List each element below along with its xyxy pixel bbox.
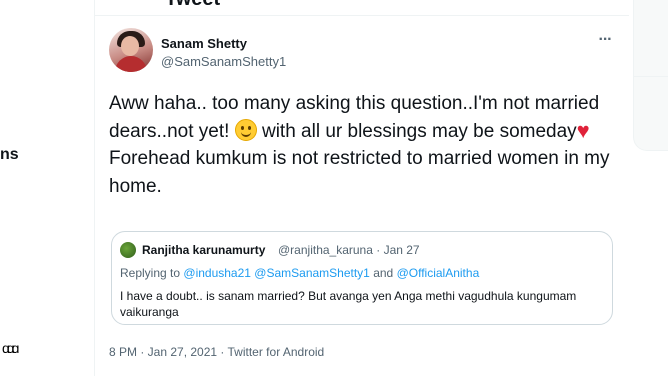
tweet-timestamp[interactable]: 8 PM · Jan 27, 2021 · Twitter for Androi…: [109, 345, 324, 359]
quote-handle-date: @ranjitha_karuna · Jan 27: [278, 243, 420, 257]
quote-body: I have a doubt.. is sanam married? But a…: [120, 289, 577, 319]
quote-author-name: Ranjitha karunamurty: [142, 243, 266, 257]
more-horizontal-icon[interactable]: ···: [595, 32, 615, 50]
trends-divider: [634, 76, 668, 77]
avatar-dress: [115, 56, 147, 72]
replying-and: and: [373, 266, 394, 280]
trends-card-edge: [633, 0, 668, 151]
left-sidebar: ns: [0, 0, 94, 376]
loading-cursor-icon: ɑɑɑ: [2, 340, 19, 356]
tweet-text-part-3: Forehead kumkum is not restricted to mar…: [109, 148, 610, 197]
replying-users-link[interactable]: @indusha21 @SamSanamShetty1: [183, 266, 369, 280]
replying-to: Replying to @indusha21 @SamSanamShetty1 …: [120, 266, 479, 280]
author-handle[interactable]: @SamSanamShetty1: [161, 54, 286, 69]
avatar[interactable]: [109, 28, 153, 72]
quoted-tweet[interactable]: Ranjitha karunamurty @ranjitha_karuna · …: [111, 231, 613, 325]
nav-item-fragment[interactable]: ns: [0, 146, 19, 164]
author-name[interactable]: Sanam Shetty: [161, 36, 247, 51]
header-divider: [95, 15, 629, 16]
replying-prefix: Replying to: [120, 266, 181, 280]
tweet-text: Aww haha.. too many asking this question…: [109, 90, 619, 200]
smile-emoji-icon: [234, 118, 257, 141]
page-title: Tweet: [165, 0, 220, 11]
tweet-text-part-2: with all ur blessings may be someday: [261, 120, 577, 142]
quote-avatar: [120, 242, 136, 258]
right-sidebar: [629, 0, 668, 376]
heart-emoji-icon: ♥: [576, 117, 590, 143]
tweet-column: Tweet Sanam Shetty @SamSanamShetty1 ··· …: [94, 0, 630, 376]
avatar-face: [121, 36, 139, 56]
replying-last-link[interactable]: @OfficialAnitha: [397, 266, 480, 280]
